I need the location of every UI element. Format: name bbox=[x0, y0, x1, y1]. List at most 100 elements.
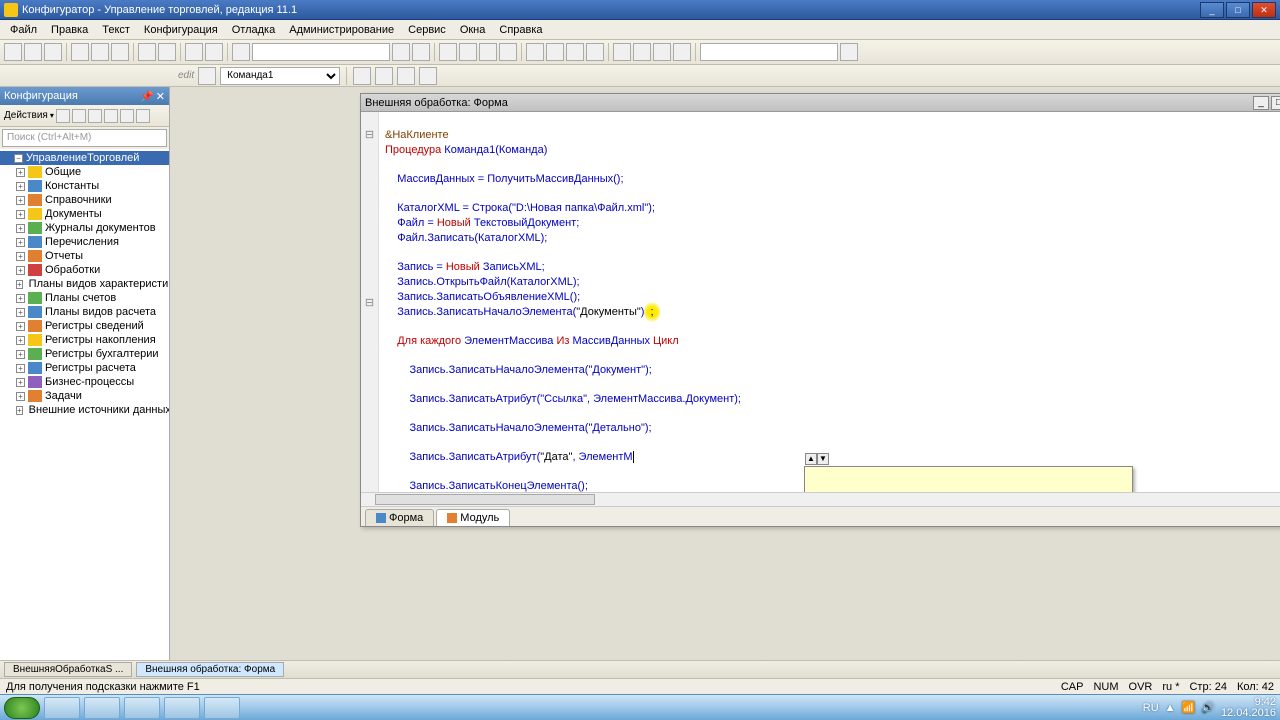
expand-icon[interactable]: + bbox=[16, 406, 23, 415]
proc-icon1[interactable] bbox=[353, 67, 371, 85]
doc-tab-2[interactable]: Внешняя обработка: Форма bbox=[136, 662, 284, 677]
step-over-icon[interactable] bbox=[526, 43, 544, 61]
find-next-icon[interactable] bbox=[392, 43, 410, 61]
config-tree[interactable]: − УправлениеТорговлей +Общие+Константы+С… bbox=[0, 149, 169, 660]
window-close-button[interactable]: ✕ bbox=[1252, 2, 1276, 18]
menu-text[interactable]: Текст bbox=[96, 22, 136, 38]
tree-node[interactable]: +Планы видов расчета bbox=[0, 305, 169, 319]
open-icon[interactable] bbox=[24, 43, 42, 61]
expand-icon[interactable]: + bbox=[16, 392, 25, 401]
expand-icon[interactable]: + bbox=[16, 182, 25, 191]
search-combo[interactable] bbox=[252, 43, 390, 61]
sidebar-pin-icon[interactable]: 📌 bbox=[140, 90, 154, 103]
save-icon[interactable] bbox=[44, 43, 62, 61]
expand-icon[interactable]: + bbox=[16, 210, 25, 219]
tree-node[interactable]: +Константы bbox=[0, 179, 169, 193]
new-icon[interactable] bbox=[4, 43, 22, 61]
forward-icon[interactable] bbox=[205, 43, 223, 61]
form-icon[interactable] bbox=[198, 67, 216, 85]
tab-module[interactable]: Модуль bbox=[436, 509, 510, 526]
step-into-icon[interactable] bbox=[546, 43, 564, 61]
tree-node[interactable]: +Журналы документов bbox=[0, 221, 169, 235]
fold-icon[interactable]: ⊟ bbox=[361, 128, 378, 142]
undo-icon[interactable] bbox=[138, 43, 156, 61]
tree-node[interactable]: +Регистры накопления bbox=[0, 333, 169, 347]
debug-icon[interactable] bbox=[479, 43, 497, 61]
sidebar-actions-label[interactable]: Действия bbox=[4, 110, 48, 121]
tree-node[interactable]: +Перечисления bbox=[0, 235, 169, 249]
menu-service[interactable]: Сервис bbox=[402, 22, 452, 38]
taskbar-app1-icon[interactable] bbox=[164, 697, 200, 719]
sidebar-up-icon[interactable] bbox=[104, 109, 118, 123]
copy-icon[interactable] bbox=[91, 43, 109, 61]
dropdown-icon[interactable] bbox=[840, 43, 858, 61]
tray-sound-icon[interactable]: 🔊 bbox=[1201, 701, 1215, 714]
taskbar-explorer-icon[interactable] bbox=[44, 697, 80, 719]
menu-file[interactable]: Файл bbox=[4, 22, 43, 38]
tree-root[interactable]: − УправлениеТорговлей bbox=[0, 151, 169, 165]
tree-node[interactable]: +Задачи bbox=[0, 389, 169, 403]
tree-node[interactable]: +Внешние источники данных bbox=[0, 403, 169, 417]
menu-edit[interactable]: Правка bbox=[45, 22, 94, 38]
proc-icon2[interactable] bbox=[375, 67, 393, 85]
window-minimize-button[interactable]: _ bbox=[1200, 2, 1224, 18]
expand-icon[interactable]: + bbox=[16, 224, 25, 233]
back-icon[interactable] bbox=[185, 43, 203, 61]
tree-node[interactable]: +Справочники bbox=[0, 193, 169, 207]
expand-icon[interactable]: + bbox=[16, 252, 25, 261]
expand-icon[interactable]: + bbox=[16, 364, 25, 373]
cut-icon[interactable] bbox=[71, 43, 89, 61]
tree-node[interactable]: +Отчеты bbox=[0, 249, 169, 263]
tool3-icon[interactable] bbox=[653, 43, 671, 61]
tray-lang[interactable]: RU bbox=[1143, 702, 1159, 714]
expand-icon[interactable]: + bbox=[16, 294, 25, 303]
expand-icon[interactable]: + bbox=[16, 266, 25, 275]
sidebar-edit-icon[interactable] bbox=[72, 109, 86, 123]
find-prev-icon[interactable] bbox=[412, 43, 430, 61]
expand-icon[interactable]: + bbox=[16, 196, 25, 205]
system-tray[interactable]: RU ▲ 📶 🔊 9:42 12.04.2016 bbox=[1143, 697, 1276, 719]
tray-network-icon[interactable]: 📶 bbox=[1182, 701, 1196, 714]
window-maximize-button[interactable]: □ bbox=[1226, 2, 1250, 18]
tree-node[interactable]: +Регистры бухгалтерии bbox=[0, 347, 169, 361]
syntax-check-icon[interactable] bbox=[439, 43, 457, 61]
menu-debug[interactable]: Отладка bbox=[226, 22, 281, 38]
menu-windows[interactable]: Окна bbox=[454, 22, 492, 38]
editor-maximize-button[interactable]: □ bbox=[1271, 96, 1280, 110]
redo-icon[interactable] bbox=[158, 43, 176, 61]
context-combo[interactable] bbox=[700, 43, 838, 61]
stop-icon[interactable] bbox=[499, 43, 517, 61]
menu-administration[interactable]: Администрирование bbox=[283, 22, 400, 38]
taskbar-skype-icon[interactable] bbox=[124, 697, 160, 719]
proc-icon4[interactable] bbox=[419, 67, 437, 85]
step-out-icon[interactable] bbox=[566, 43, 584, 61]
expand-icon[interactable]: + bbox=[16, 238, 25, 247]
procedure-combo[interactable]: Команда1 bbox=[220, 67, 340, 85]
expand-icon[interactable]: + bbox=[16, 308, 25, 317]
horizontal-scrollbar[interactable] bbox=[361, 492, 1280, 506]
breakpoint-icon[interactable] bbox=[586, 43, 604, 61]
tool-icon[interactable] bbox=[613, 43, 631, 61]
fold-icon[interactable]: ⊟ bbox=[361, 296, 378, 310]
doc-tab-1[interactable]: ВнешняяОбработкаS ... bbox=[4, 662, 132, 677]
sidebar-close-icon[interactable]: ✕ bbox=[156, 90, 165, 103]
tool2-icon[interactable] bbox=[633, 43, 651, 61]
editor-minimize-button[interactable]: _ bbox=[1253, 96, 1269, 110]
start-button[interactable] bbox=[4, 697, 40, 719]
run-icon[interactable] bbox=[459, 43, 477, 61]
tree-node[interactable]: +Документы bbox=[0, 207, 169, 221]
taskbar-1c-icon[interactable] bbox=[204, 697, 240, 719]
tool4-icon[interactable] bbox=[673, 43, 691, 61]
proc-icon3[interactable] bbox=[397, 67, 415, 85]
expand-icon[interactable]: + bbox=[16, 280, 23, 289]
tree-node[interactable]: +Планы счетов bbox=[0, 291, 169, 305]
expand-icon[interactable]: + bbox=[16, 378, 25, 387]
expand-icon[interactable]: + bbox=[16, 322, 25, 331]
code-editor[interactable]: &НаКлиенте Процедура Команда1(Команда) М… bbox=[379, 112, 1280, 492]
collapse-icon[interactable]: − bbox=[14, 154, 23, 163]
tray-clock[interactable]: 9:42 12.04.2016 bbox=[1221, 697, 1276, 719]
sidebar-add-icon[interactable] bbox=[56, 109, 70, 123]
expand-icon[interactable]: + bbox=[16, 350, 25, 359]
tree-node[interactable]: +Регистры сведений bbox=[0, 319, 169, 333]
sidebar-search-input[interactable]: Поиск (Ctrl+Alt+M) bbox=[2, 129, 167, 147]
